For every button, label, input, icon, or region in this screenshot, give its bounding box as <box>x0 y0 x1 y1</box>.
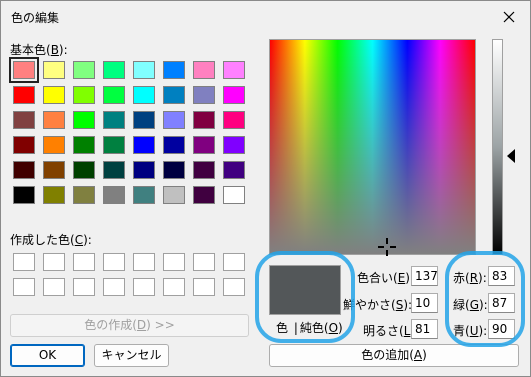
hue-input[interactable]: 137 <box>411 266 438 286</box>
basic-color-swatch[interactable] <box>223 161 245 179</box>
custom-color-swatch[interactable] <box>193 253 215 271</box>
basic-color-swatch[interactable] <box>103 111 125 129</box>
color-label: 色 <box>276 321 289 335</box>
basic-color-swatch[interactable] <box>193 86 215 104</box>
basic-color-swatch[interactable] <box>223 86 245 104</box>
basic-color-swatch[interactable] <box>103 161 125 179</box>
basic-color-swatch[interactable] <box>163 186 185 204</box>
basic-color-swatch[interactable] <box>223 136 245 154</box>
basic-color-swatch[interactable] <box>9 57 39 83</box>
luminance-bar[interactable] <box>492 39 503 255</box>
basic-color-swatch[interactable] <box>73 111 95 129</box>
basic-color-swatch[interactable] <box>163 136 185 154</box>
green-label: 緑(G): <box>453 298 488 312</box>
edit-colors-dialog: 色の編集 基本色(B): 作成した色(C): 色の作成(D) >> OK キャン… <box>0 0 531 377</box>
add-to-custom-colors-button[interactable]: 色の追加(A) <box>269 344 519 367</box>
custom-color-swatch[interactable] <box>163 253 185 271</box>
red-input[interactable]: 83 <box>488 266 515 286</box>
basic-color-swatch[interactable] <box>13 186 35 204</box>
preview-labels: 色 | 純色(O) <box>276 319 343 336</box>
luminance-arrow-icon[interactable] <box>507 149 515 163</box>
custom-color-swatch[interactable] <box>73 278 95 296</box>
basic-color-swatch[interactable] <box>193 111 215 129</box>
custom-color-swatch[interactable] <box>43 253 65 271</box>
custom-color-swatch[interactable] <box>193 278 215 296</box>
saturation-input[interactable]: 10 <box>411 293 438 313</box>
basic-color-swatch[interactable] <box>43 186 65 204</box>
basic-color-swatch[interactable] <box>193 186 215 204</box>
close-icon[interactable] <box>498 6 520 28</box>
custom-color-swatch[interactable] <box>223 278 245 296</box>
basic-color-swatch[interactable] <box>193 161 215 179</box>
custom-color-swatch[interactable] <box>103 253 125 271</box>
custom-color-swatch[interactable] <box>43 278 65 296</box>
basic-color-swatch[interactable] <box>13 136 35 154</box>
custom-color-swatch[interactable] <box>13 253 35 271</box>
solid-color-label[interactable]: 純色(O) <box>300 321 343 335</box>
define-custom-colors-button[interactable]: 色の作成(D) >> <box>10 314 249 337</box>
basic-color-swatch[interactable] <box>103 86 125 104</box>
crosshair-icon <box>378 238 396 256</box>
basic-color-swatch[interactable] <box>163 86 185 104</box>
basic-color-swatch[interactable] <box>43 136 65 154</box>
basic-color-swatch[interactable] <box>193 61 215 79</box>
basic-color-swatch[interactable] <box>133 61 155 79</box>
custom-colors-label: 作成した色(C): <box>10 233 92 247</box>
basic-color-swatch[interactable] <box>223 61 245 79</box>
basic-colors-label: 基本色(B): <box>10 43 68 57</box>
custom-color-swatch[interactable] <box>133 253 155 271</box>
basic-color-swatch[interactable] <box>163 111 185 129</box>
color-spectrum[interactable] <box>269 39 476 255</box>
basic-color-swatch[interactable] <box>223 186 245 204</box>
basic-color-swatch[interactable] <box>73 136 95 154</box>
hue-label: 色合い(E): <box>357 271 415 285</box>
basic-color-swatch[interactable] <box>133 136 155 154</box>
custom-color-swatch[interactable] <box>223 253 245 271</box>
basic-color-swatch[interactable] <box>133 111 155 129</box>
title-bar: 色の編集 <box>1 1 530 32</box>
basic-color-swatch[interactable] <box>133 161 155 179</box>
custom-color-swatch[interactable] <box>163 278 185 296</box>
custom-color-swatch[interactable] <box>13 278 35 296</box>
color-preview <box>269 265 341 315</box>
preview-separator: | <box>293 321 298 335</box>
green-input[interactable]: 87 <box>488 293 515 313</box>
basic-color-swatch[interactable] <box>133 186 155 204</box>
basic-color-swatch[interactable] <box>43 61 65 79</box>
blue-label: 青(U): <box>453 324 488 338</box>
basic-color-swatch[interactable] <box>13 86 35 104</box>
window-title: 色の編集 <box>11 11 60 25</box>
custom-color-swatch[interactable] <box>103 278 125 296</box>
luminance-input[interactable]: 81 <box>411 319 438 339</box>
red-label: 赤(R): <box>453 271 487 285</box>
basic-color-swatch[interactable] <box>103 61 125 79</box>
basic-color-swatch[interactable] <box>103 186 125 204</box>
basic-color-swatch[interactable] <box>163 61 185 79</box>
ok-button[interactable]: OK <box>10 344 85 367</box>
basic-color-swatch[interactable] <box>13 111 35 129</box>
basic-color-swatch[interactable] <box>223 111 245 129</box>
custom-color-swatch[interactable] <box>133 278 155 296</box>
cancel-button[interactable]: キャンセル <box>94 344 169 367</box>
basic-color-swatch[interactable] <box>103 136 125 154</box>
basic-color-swatch[interactable] <box>43 161 65 179</box>
basic-color-swatch[interactable] <box>73 86 95 104</box>
basic-color-swatch[interactable] <box>43 86 65 104</box>
basic-color-swatch[interactable] <box>43 111 65 129</box>
basic-color-swatch[interactable] <box>73 186 95 204</box>
basic-color-swatch[interactable] <box>13 161 35 179</box>
basic-color-swatch[interactable] <box>73 161 95 179</box>
blue-input[interactable]: 90 <box>488 319 515 339</box>
basic-color-swatch[interactable] <box>73 61 95 79</box>
basic-color-swatch[interactable] <box>163 161 185 179</box>
basic-color-swatch[interactable] <box>193 136 215 154</box>
saturation-label: 鮮やかさ(S): <box>343 298 413 312</box>
custom-color-swatch[interactable] <box>73 253 95 271</box>
basic-color-swatch[interactable] <box>133 86 155 104</box>
